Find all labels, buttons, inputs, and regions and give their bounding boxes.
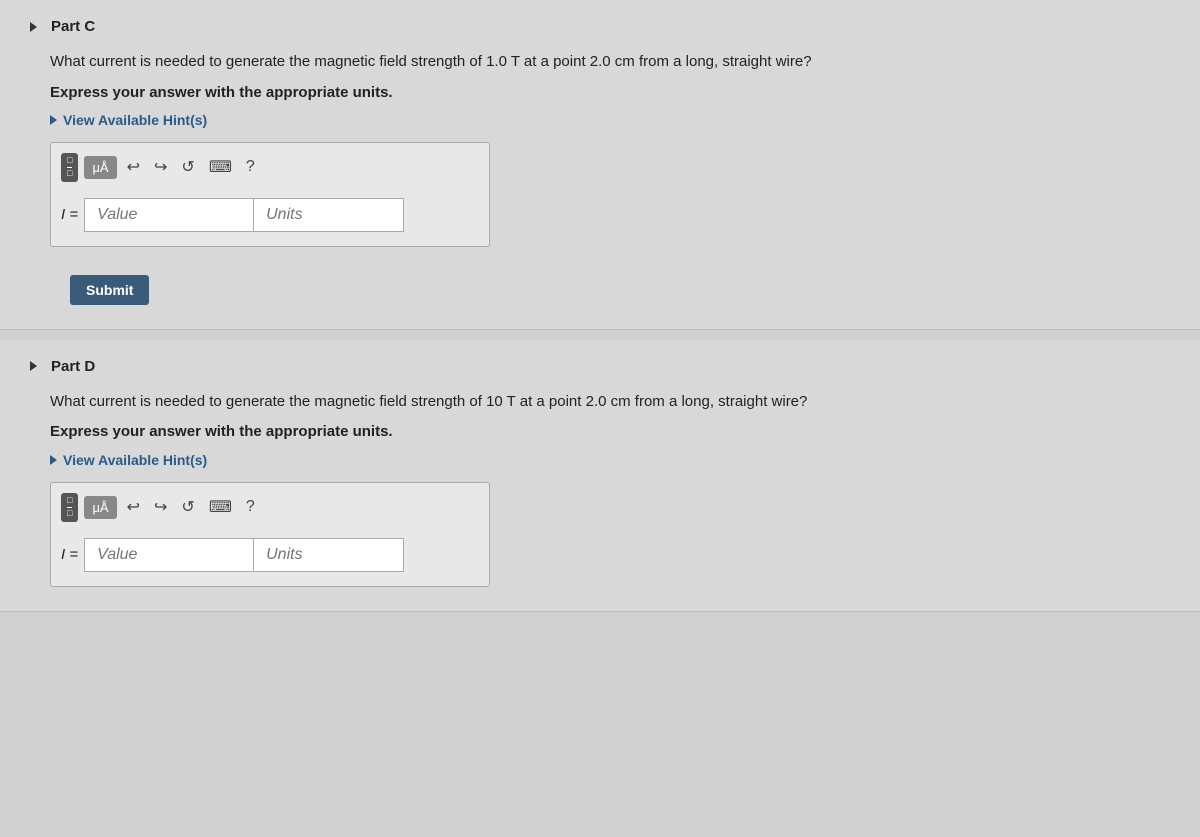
part-d-toolbar: □ □ μÅ ↩ ↪ ↺ ⌨ ?	[61, 493, 479, 528]
redo-button-c[interactable]: ↪	[150, 155, 171, 179]
help-button-c[interactable]: ?	[242, 156, 259, 178]
part-c-header[interactable]: Part C	[30, 18, 1170, 35]
part-d-collapse-icon	[30, 361, 37, 371]
undo-button-c[interactable]: ↩	[123, 155, 144, 179]
part-d-input-label: I =	[61, 546, 78, 563]
part-d-hint-label: View Available Hint(s)	[63, 452, 207, 468]
undo-button-d[interactable]: ↩	[123, 495, 144, 519]
part-d-question: What current is needed to generate the m…	[50, 391, 1170, 414]
refresh-button-c[interactable]: ↺	[177, 155, 198, 179]
mu-button-d[interactable]: μÅ	[84, 496, 116, 519]
part-d-section: Part D What current is needed to generat…	[0, 340, 1200, 612]
part-c-title: Part C	[51, 18, 95, 35]
part-c-value-input[interactable]	[84, 198, 254, 232]
part-d-value-input[interactable]	[84, 538, 254, 572]
part-c-collapse-icon	[30, 22, 37, 32]
part-d-hint-link[interactable]: View Available Hint(s)	[50, 452, 1170, 468]
part-c-input-label: I =	[61, 206, 78, 223]
part-d-title: Part D	[51, 358, 95, 375]
part-d-instruction: Express your answer with the appropriate…	[50, 421, 1170, 444]
part-c-answer-box: □ □ μÅ ↩ ↪ ↺ ⌨ ? I =	[50, 142, 490, 247]
hint-d-triangle-icon	[50, 455, 57, 465]
part-d-answer-box: □ □ μÅ ↩ ↪ ↺ ⌨ ? I =	[50, 482, 490, 587]
part-c-question: What current is needed to generate the m…	[50, 51, 1170, 74]
part-c-toolbar: □ □ μÅ ↩ ↪ ↺ ⌨ ?	[61, 153, 479, 188]
part-c-units-input[interactable]	[254, 198, 404, 232]
hint-c-triangle-icon	[50, 115, 57, 125]
mu-label-c: μÅ	[92, 160, 108, 175]
part-c-submit-area: Submit	[50, 261, 1170, 305]
part-d-input-row: I =	[61, 538, 479, 572]
mu-button-c[interactable]: μÅ	[84, 156, 116, 179]
refresh-button-d[interactable]: ↺	[177, 495, 198, 519]
part-d-header[interactable]: Part D	[30, 358, 1170, 375]
keyboard-button-d[interactable]: ⌨	[205, 495, 236, 519]
keyboard-button-c[interactable]: ⌨	[205, 155, 236, 179]
fraction-icon-c: □ □	[67, 156, 72, 179]
part-c-section: Part C What current is needed to generat…	[0, 0, 1200, 330]
fraction-button-c[interactable]: □ □	[61, 153, 78, 182]
redo-button-d[interactable]: ↪	[150, 495, 171, 519]
part-c-hint-label: View Available Hint(s)	[63, 112, 207, 128]
mu-label-d: μÅ	[92, 500, 108, 515]
help-button-d[interactable]: ?	[242, 496, 259, 518]
part-c-instruction: Express your answer with the appropriate…	[50, 82, 1170, 105]
part-d-units-input[interactable]	[254, 538, 404, 572]
part-c-submit-button[interactable]: Submit	[70, 275, 149, 305]
part-c-input-row: I =	[61, 198, 479, 232]
part-c-hint-link[interactable]: View Available Hint(s)	[50, 112, 1170, 128]
page-container: Part C What current is needed to generat…	[0, 0, 1200, 837]
fraction-icon-d: □ □	[67, 496, 72, 519]
fraction-button-d[interactable]: □ □	[61, 493, 78, 522]
